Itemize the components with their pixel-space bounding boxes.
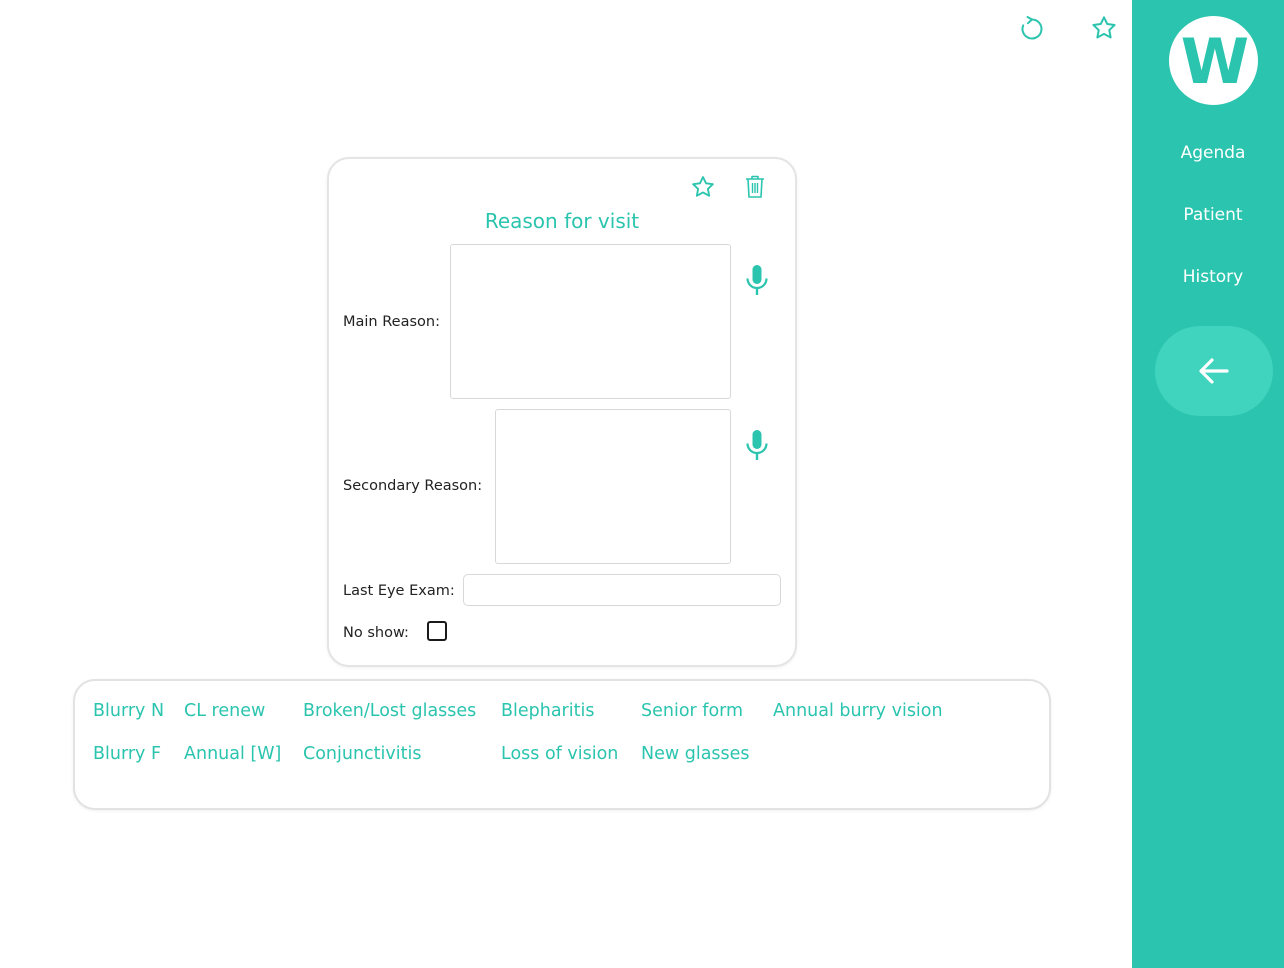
trash-icon xyxy=(746,175,764,198)
quick-reason-senior-form[interactable]: Senior form xyxy=(641,701,743,721)
secondary-reason-input[interactable] xyxy=(495,409,731,564)
sidebar-item-patient[interactable]: Patient xyxy=(1132,205,1284,225)
app-logo: W xyxy=(1169,16,1258,105)
sidebar-item-agenda[interactable]: Agenda xyxy=(1132,143,1284,163)
quick-reason-loss-of-vision[interactable]: Loss of vision xyxy=(501,744,618,764)
secondary-reason-label: Secondary Reason: xyxy=(343,478,483,494)
microphone-icon xyxy=(746,430,768,460)
last-eye-exam-input[interactable] xyxy=(463,574,781,606)
main-reason-label: Main Reason: xyxy=(343,314,440,330)
reason-for-visit-card: Reason for visit Main Reason: Secondary … xyxy=(327,157,797,667)
star-icon xyxy=(692,176,714,197)
favorite-button[interactable] xyxy=(1089,13,1119,43)
secondary-reason-mic-button[interactable] xyxy=(742,428,772,464)
quick-reason-annual-burry-vision[interactable]: Annual burry vision xyxy=(773,701,943,721)
quick-reason-blurry-f[interactable]: Blurry F xyxy=(93,744,161,764)
microphone-icon xyxy=(746,265,768,295)
quick-reason-broken-lost-glasses[interactable]: Broken/Lost glasses xyxy=(303,701,476,721)
sidebar: W Agenda Patient History xyxy=(1132,0,1284,968)
quick-reason-new-glasses[interactable]: New glasses xyxy=(641,744,750,764)
last-eye-exam-label: Last Eye Exam: xyxy=(343,583,455,599)
logo-letter: W xyxy=(1180,24,1249,98)
refresh-icon xyxy=(1021,16,1043,40)
card-delete-button[interactable] xyxy=(741,173,769,201)
card-favorite-button[interactable] xyxy=(689,173,717,201)
refresh-button[interactable] xyxy=(1017,14,1047,44)
quick-reason-conjunctivitis[interactable]: Conjunctivitis xyxy=(303,744,421,764)
card-title: Reason for visit xyxy=(484,209,640,233)
quick-reasons-panel: Blurry N CL renew Broken/Lost glasses Bl… xyxy=(73,679,1051,810)
main-reason-input[interactable] xyxy=(450,244,731,399)
quick-reason-blepharitis[interactable]: Blepharitis xyxy=(501,701,594,721)
star-icon xyxy=(1092,16,1116,39)
arrow-left-icon xyxy=(1199,358,1229,384)
main-reason-mic-button[interactable] xyxy=(742,263,772,299)
quick-reason-blurry-n[interactable]: Blurry N xyxy=(93,701,164,721)
quick-reason-cl-renew[interactable]: CL renew xyxy=(184,701,265,721)
no-show-label: No show: xyxy=(343,625,409,641)
no-show-checkbox[interactable] xyxy=(427,621,447,641)
sidebar-item-history[interactable]: History xyxy=(1132,267,1284,287)
back-button[interactable] xyxy=(1155,326,1273,416)
quick-reason-annual-w[interactable]: Annual [W] xyxy=(184,744,281,764)
